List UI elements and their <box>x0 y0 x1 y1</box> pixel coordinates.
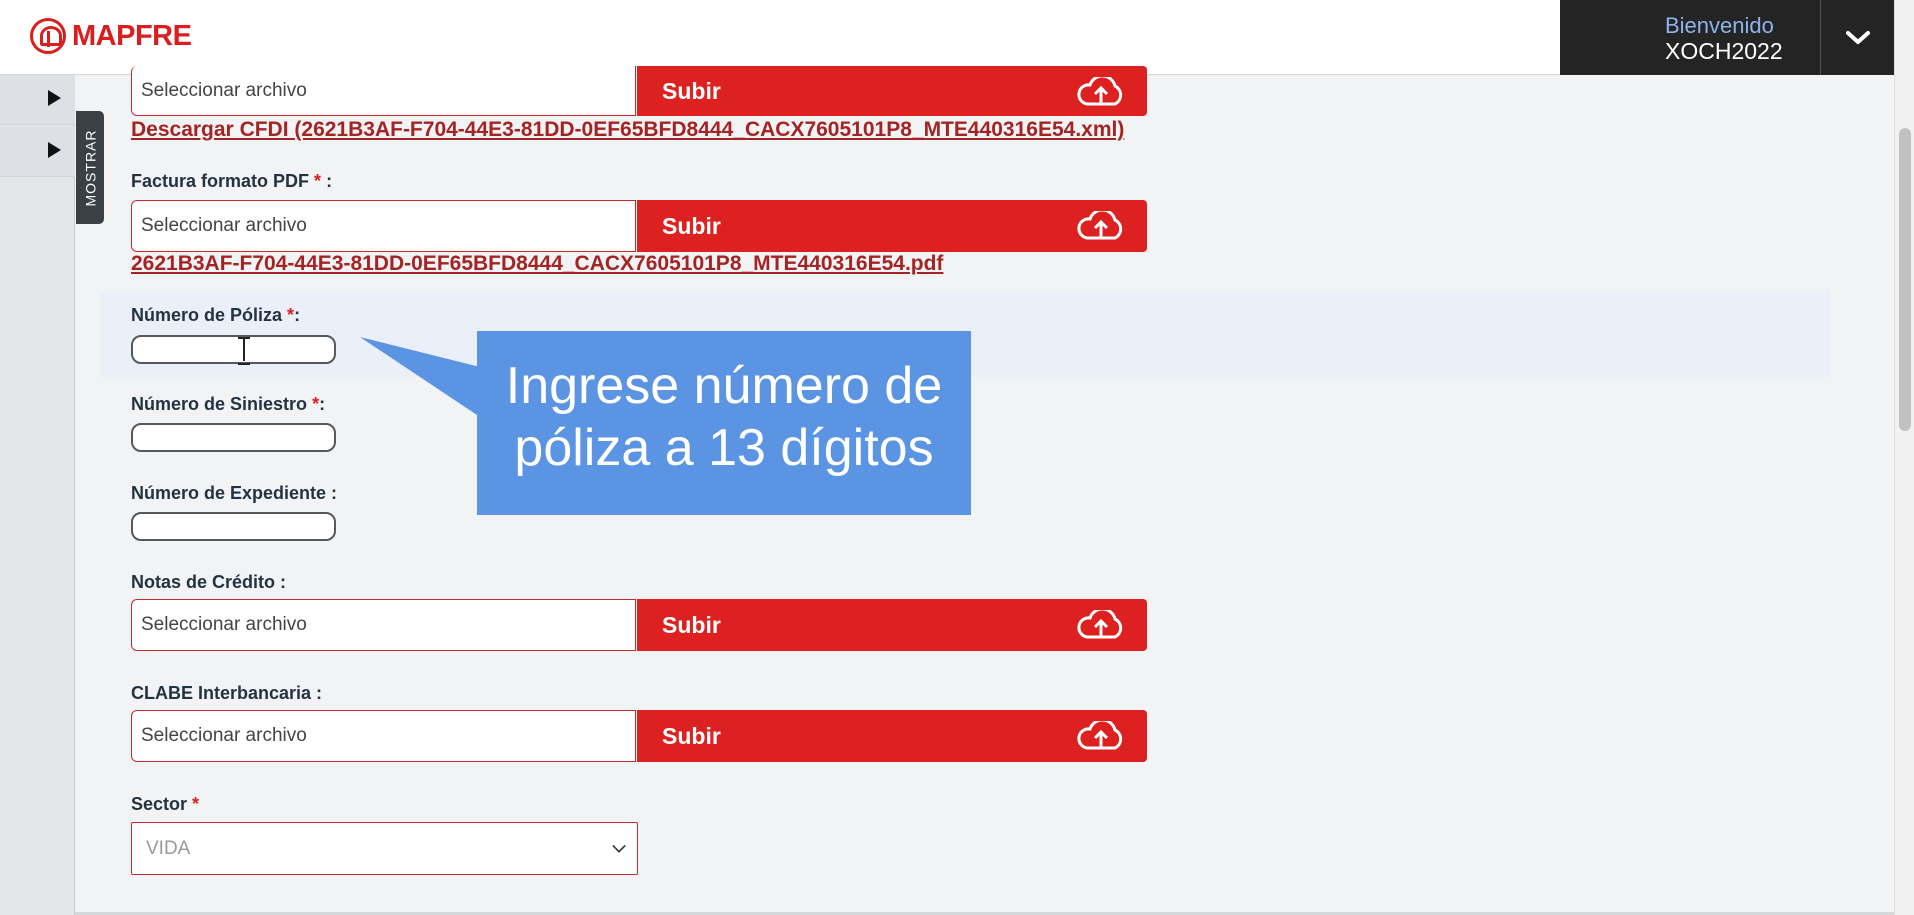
pdf-file-input[interactable]: Seleccionar archivo <box>131 200 636 252</box>
sidebar-expand-item-1[interactable] <box>0 75 75 125</box>
cfdi-upload-button[interactable]: Subir <box>637 66 1147 116</box>
upload-button-label: Subir <box>662 212 721 239</box>
cloud-upload-icon <box>1077 77 1123 106</box>
cfdi-file-input[interactable]: Seleccionar archivo <box>131 66 636 116</box>
triangle-right-icon <box>48 90 61 106</box>
welcome-label: Bienvenido <box>1665 13 1774 38</box>
mostrar-toggle-tab[interactable]: MOSTRAR <box>76 111 104 224</box>
pdf-upload-label: Factura formato PDF * : <box>131 171 333 191</box>
mapfre-logo[interactable]: MAPFRE <box>30 18 192 54</box>
page-scrollbar[interactable] <box>1894 0 1914 915</box>
notas-credito-file-input[interactable]: Seleccionar archivo <box>131 599 636 651</box>
sidebar-expand-item-2[interactable] <box>0 127 75 177</box>
callout-line-2: póliza a 13 dígitos <box>514 419 934 477</box>
required-mark: * <box>314 171 322 191</box>
instruction-callout: Ingrese número de póliza a 13 dígitos <box>477 331 971 515</box>
welcome-panel: Bienvenido XOCH2022 <box>1560 0 1820 75</box>
notas-credito-upload-button[interactable]: Subir <box>637 599 1147 651</box>
triangle-right-icon <box>48 142 61 158</box>
chevron-down-icon <box>612 839 626 853</box>
poliza-input[interactable] <box>131 335 336 364</box>
clabe-upload-button[interactable]: Subir <box>637 710 1147 762</box>
upload-button-label: Subir <box>662 77 721 104</box>
download-cfdi-link[interactable]: Descargar CFDI (2621B3AF-F704-44E3-81DD-… <box>131 118 1124 142</box>
clabe-label: CLABE Interbancaria : <box>131 683 323 703</box>
sector-label: Sector * <box>131 794 200 814</box>
text-cursor-icon <box>238 337 250 365</box>
callout-line-1: Ingrese número de <box>505 357 943 415</box>
cloud-upload-icon <box>1077 211 1123 240</box>
poliza-label: Número de Póliza *: <box>131 305 301 325</box>
left-sidebar <box>0 75 75 915</box>
cloud-upload-icon <box>1077 721 1123 750</box>
required-mark: * <box>192 794 200 814</box>
mapfre-logo-icon <box>30 18 66 54</box>
username: XOCH2022 <box>1665 38 1783 64</box>
expediente-label: Número de Expediente : <box>131 483 338 503</box>
chevron-down-icon <box>1845 30 1870 44</box>
sector-selected-value: VIDA <box>146 837 191 859</box>
upload-button-label: Subir <box>662 611 721 638</box>
siniestro-label: Número de Siniestro *: <box>131 394 326 414</box>
scrollbar-thumb[interactable] <box>1899 128 1911 431</box>
pdf-file-link[interactable]: 2621B3AF-F704-44E3-81DD-0EF65BFD8444_CAC… <box>131 252 943 276</box>
upload-button-label: Subir <box>662 722 721 749</box>
logo-text: MAPFRE <box>72 19 192 52</box>
cloud-upload-icon <box>1077 610 1123 639</box>
expediente-input[interactable] <box>131 512 336 541</box>
siniestro-input[interactable] <box>131 423 336 452</box>
user-menu-button[interactable] <box>1820 0 1894 75</box>
pdf-upload-button[interactable]: Subir <box>637 200 1147 252</box>
sector-select[interactable]: VIDA <box>131 822 638 875</box>
notas-credito-label: Notas de Crédito : <box>131 572 287 592</box>
clabe-file-input[interactable]: Seleccionar archivo <box>131 710 636 762</box>
required-mark: * <box>287 305 295 325</box>
mostrar-label: MOSTRAR <box>82 129 98 206</box>
